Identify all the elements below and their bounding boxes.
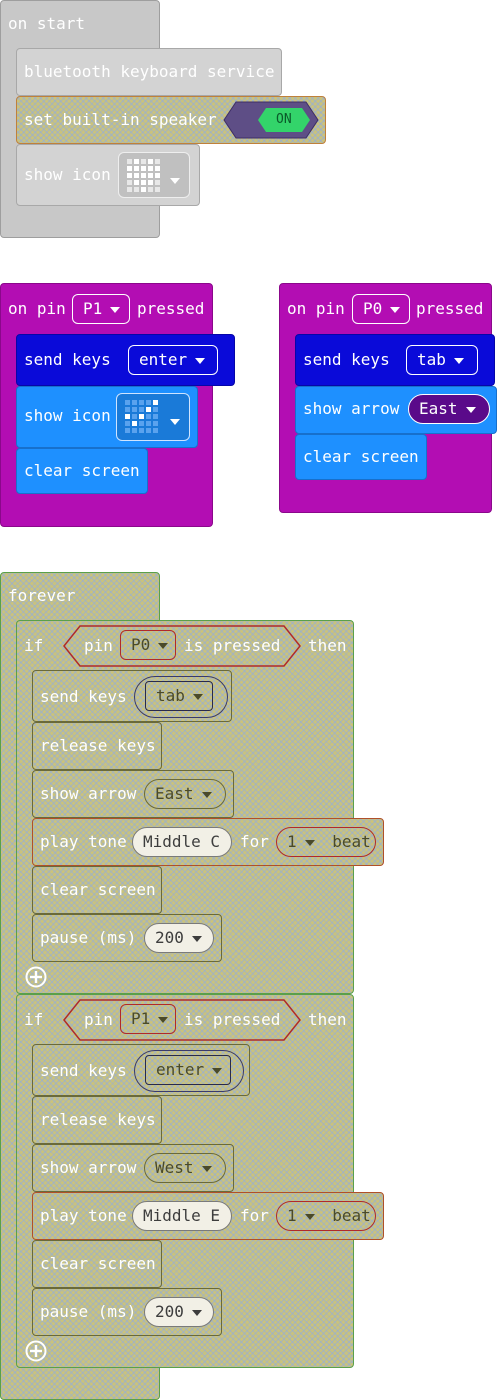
for-label-1: for [240, 832, 269, 851]
key-dropdown-enter[interactable]: enter [128, 345, 218, 375]
pin-p1-dropdown[interactable]: P1 [72, 294, 130, 324]
speaker-toggle[interactable] [223, 101, 319, 139]
pin-label-2: pin [84, 1010, 113, 1029]
pause-ms-field-2[interactable]: 200 [144, 1297, 214, 1327]
on-pin-p1-prefix: on pin [8, 299, 66, 318]
for-label-2: for [240, 1206, 269, 1225]
pin-dropdown-1[interactable]: P0 [120, 630, 176, 660]
play-tone-label-2: play tone [40, 1206, 127, 1225]
release-keys-label-1: release keys [40, 736, 156, 755]
pin-p0-dropdown[interactable]: P0 [352, 294, 410, 324]
clear-screen-label-2: clear screen [40, 1254, 156, 1273]
show-icon-label: show icon [24, 165, 111, 184]
pause-label-1: pause (ms) [40, 928, 137, 947]
pause-ms-field-1[interactable]: 200 [144, 923, 214, 953]
clear-screen-label-p1: clear screen [24, 461, 140, 480]
heart-icon [127, 159, 160, 192]
on-pin-p1-suffix: pressed [137, 299, 205, 318]
on-start-label: on start [8, 14, 86, 33]
add-else-icon[interactable] [25, 966, 47, 988]
arrow-dropdown-2[interactable]: West [144, 1153, 226, 1183]
on-pin-p0-suffix: pressed [416, 299, 484, 318]
speaker-toggle-label: ON [276, 112, 292, 127]
show-arrow-label-p0: show arrow [303, 399, 400, 418]
bluetooth-keyboard-service-label: bluetooth keyboard service [24, 62, 275, 81]
pause-label-2: pause (ms) [40, 1302, 137, 1321]
on-pin-p0-prefix: on pin [287, 299, 345, 318]
pin-label-1: pin [84, 636, 113, 655]
show-arrow-label-1: show arrow [40, 784, 137, 803]
show-icon-label-p1: show icon [24, 406, 111, 425]
key-dropdown-tab[interactable]: tab [406, 345, 478, 375]
forever-label: forever [8, 586, 76, 605]
clear-screen-label-p0: clear screen [303, 447, 419, 466]
send-keys-label: send keys [24, 350, 111, 369]
then-label-2: then [308, 1010, 347, 1029]
key-dropdown-1[interactable]: tab [145, 681, 213, 711]
arrow-dropdown-1[interactable]: East [144, 779, 226, 809]
send-keys-label-2: send keys [40, 1061, 127, 1080]
set-builtin-speaker-label: set built-in speaker [24, 110, 217, 129]
chevron-down-icon [170, 170, 180, 189]
if-label-1: if [24, 636, 44, 655]
show-arrow-label-2: show arrow [40, 1158, 137, 1177]
note-field-1[interactable]: Middle C [132, 827, 232, 857]
if-label-2: if [24, 1010, 44, 1029]
is-pressed-label-2: is pressed [184, 1010, 281, 1029]
release-keys-label-2: release keys [40, 1110, 156, 1129]
play-tone-label-1: play tone [40, 832, 127, 851]
send-keys-label-1: send keys [40, 687, 127, 706]
key-dropdown-2[interactable]: enter [145, 1055, 231, 1085]
beat-dropdown-2[interactable]: 1 beat [276, 1201, 376, 1231]
chevron-down-icon [170, 411, 180, 430]
clear-screen-label-1: clear screen [40, 880, 156, 899]
add-else-icon[interactable] [25, 1340, 47, 1362]
note-field-2[interactable]: Middle E [132, 1201, 232, 1231]
is-pressed-label-1: is pressed [184, 636, 281, 655]
arrow-dropdown-east[interactable]: East [408, 394, 490, 424]
check-icon [125, 400, 158, 433]
pin-dropdown-2[interactable]: P1 [120, 1004, 176, 1034]
beat-dropdown-1[interactable]: 1 beat [276, 827, 376, 857]
then-label-1: then [308, 636, 347, 655]
send-keys-label-p0: send keys [303, 350, 390, 369]
